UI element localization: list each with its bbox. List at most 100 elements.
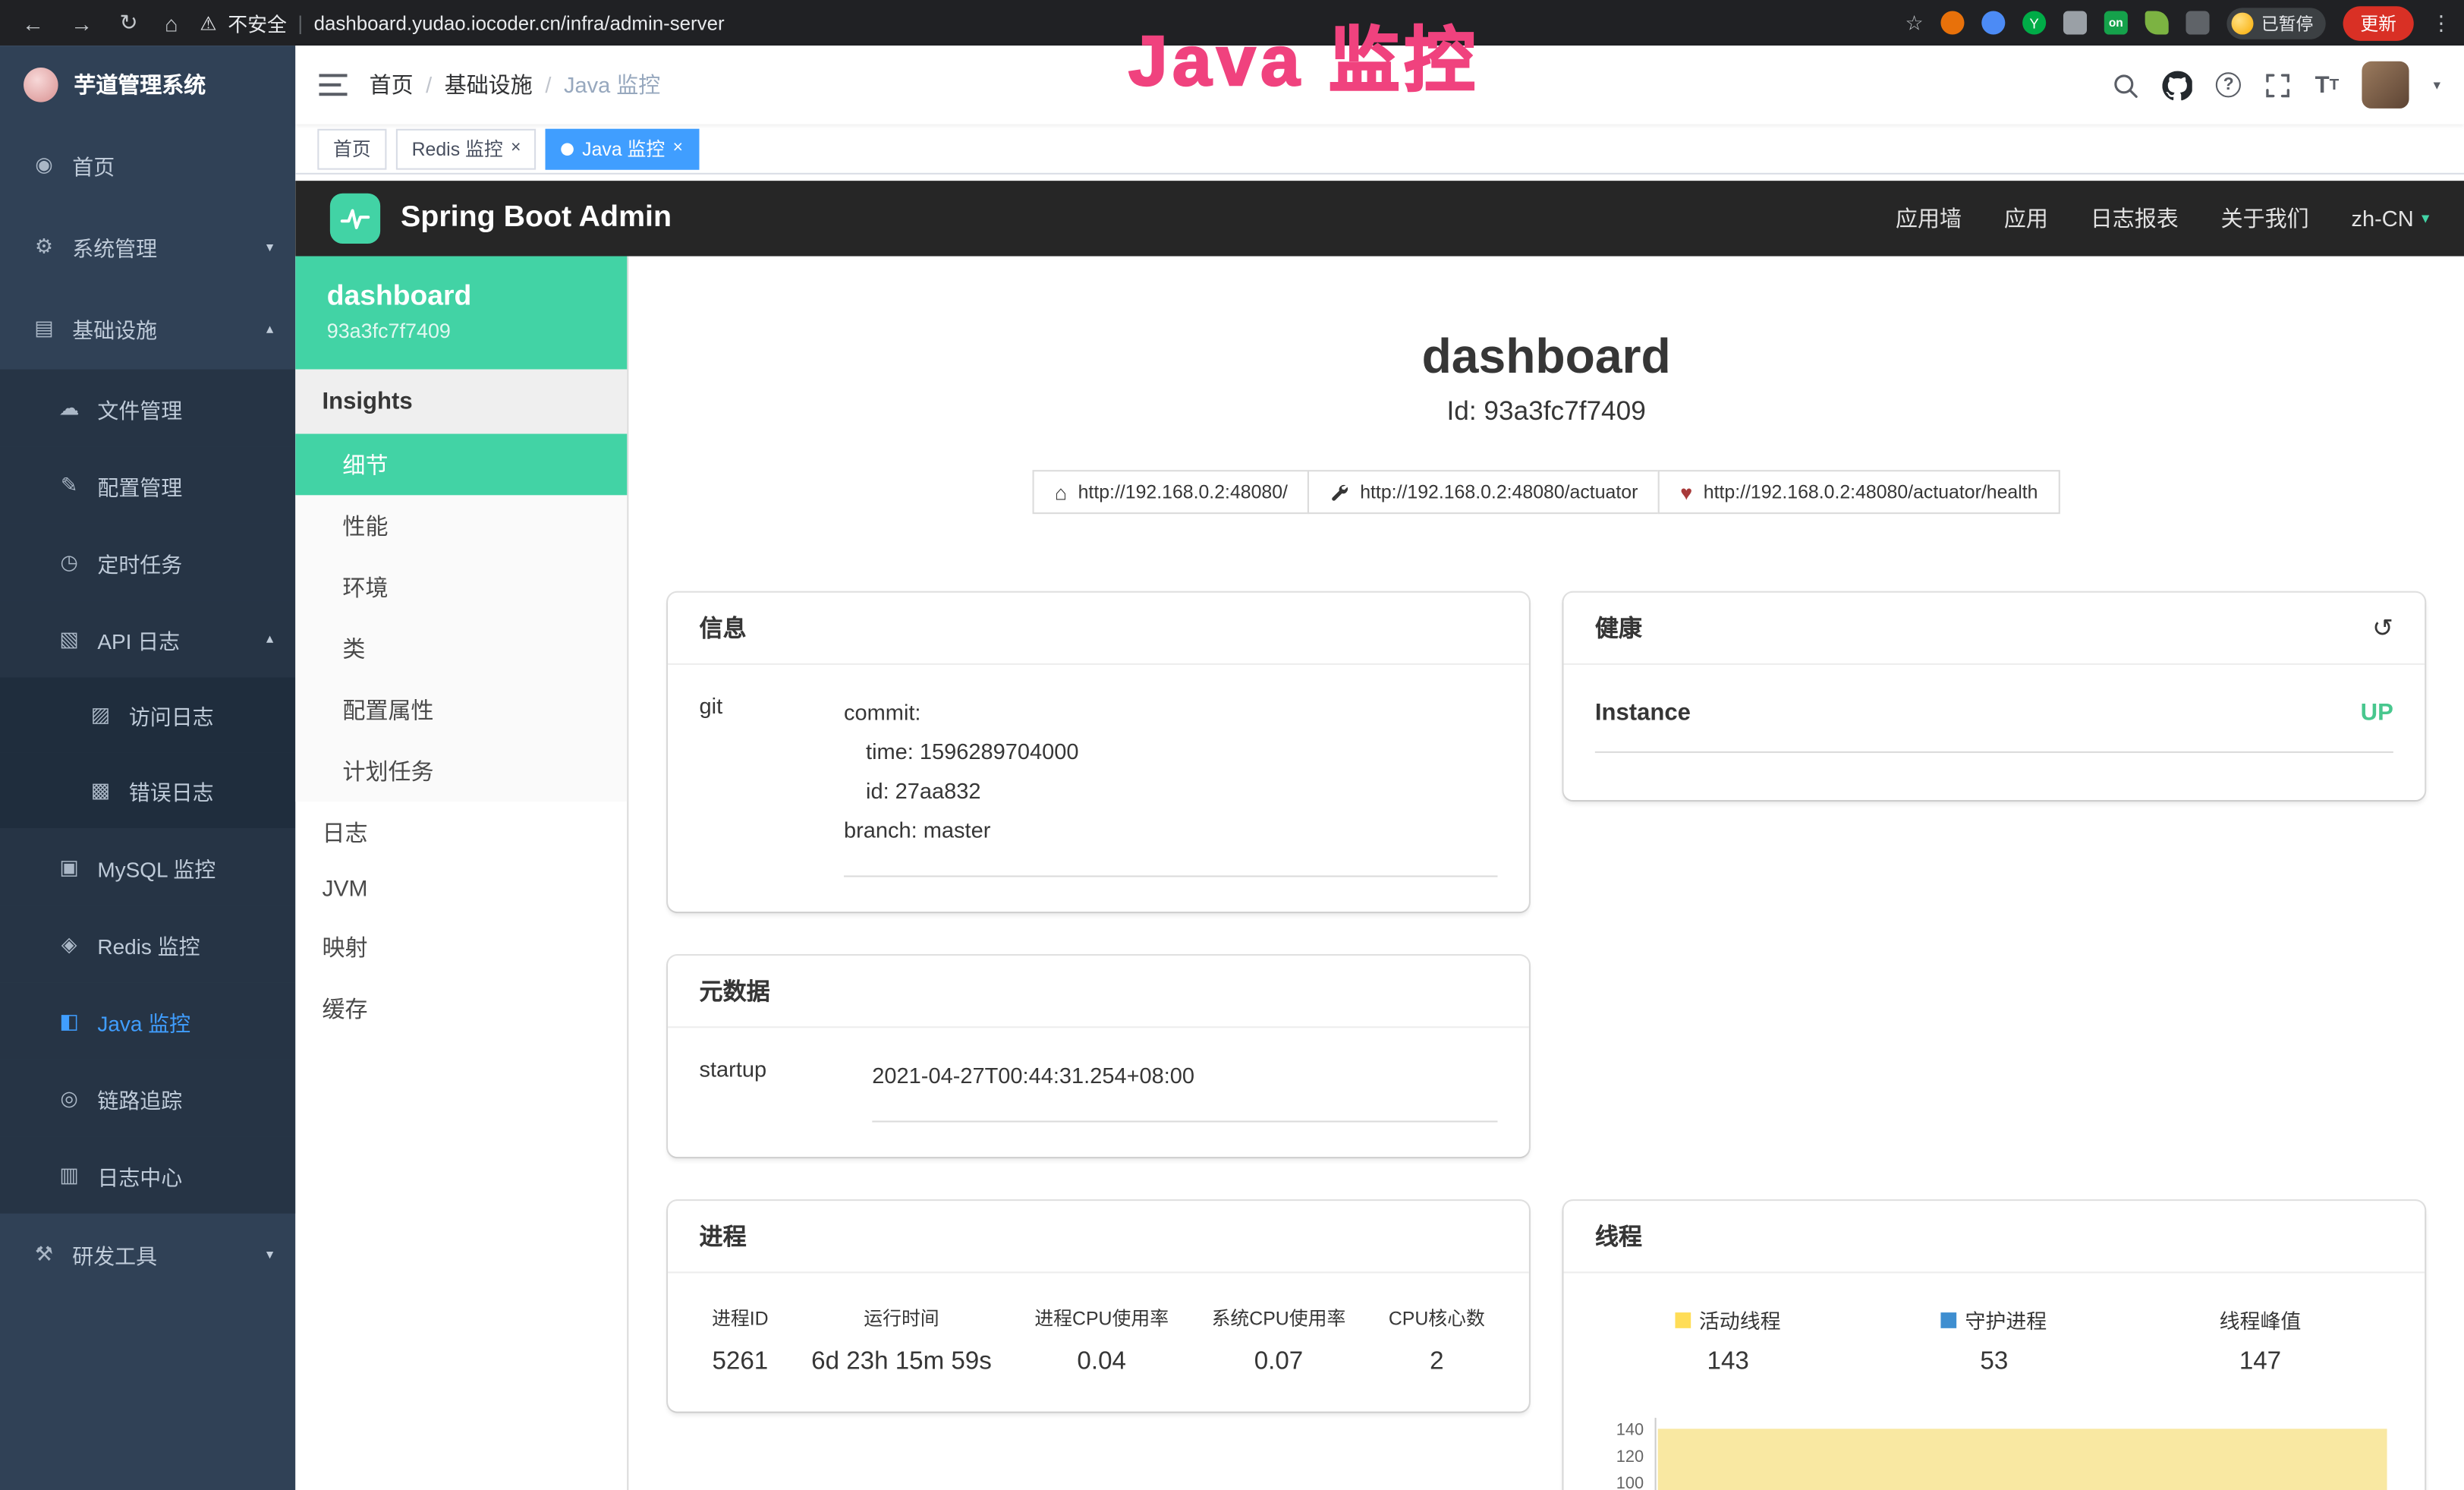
threads-card-header: 线程 (1563, 1201, 2425, 1273)
sba-menu-jvm[interactable]: JVM (295, 863, 627, 916)
sba-nav-about[interactable]: 关于我们 (2221, 203, 2309, 234)
service-url-button[interactable]: ⌂ http://192.168.0.2:48080/ (1033, 470, 1310, 514)
bookmark-star-icon[interactable]: ☆ (1905, 10, 1924, 35)
extension-orange-icon[interactable] (1940, 11, 1964, 34)
font-size-large: T (2315, 71, 2330, 98)
extension-blue-icon[interactable] (1981, 11, 2005, 34)
sidebar-item-system-management[interactable]: ⚙ 系统管理 ▾ (0, 206, 295, 288)
sba-menu-config-props[interactable]: 配置属性 (295, 679, 627, 741)
app-logo[interactable]: 芋道管理系统 (0, 46, 295, 124)
sidebar-item-access-logs[interactable]: ▨ 访问日志 (0, 678, 295, 753)
process-col-pid: 进程ID 5261 (712, 1305, 769, 1377)
process-col-value: 5261 (712, 1349, 769, 1377)
instance-links: ⌂ http://192.168.0.2:48080/ http://192.1… (628, 470, 2464, 514)
breadcrumb-current: Java 监控 (564, 69, 660, 100)
sidebar-item-trace[interactable]: ◎ 链路追踪 (0, 1060, 295, 1136)
sidebar-item-scheduled-tasks[interactable]: ◷ 定时任务 (0, 524, 295, 600)
profile-paused-badge[interactable]: 已暂停 (2226, 7, 2325, 38)
tab-java-monitor[interactable]: Java 监控 × (546, 128, 699, 169)
home-icon[interactable]: ⌂ (165, 10, 178, 35)
font-size-icon[interactable]: TT (2315, 71, 2340, 98)
sba-menu-performance[interactable]: 性能 (295, 495, 627, 556)
sidebar-item-file-management[interactable]: ☁ 文件管理 (0, 370, 295, 446)
tab-redis-monitor[interactable]: Redis 监控 × (396, 128, 537, 169)
sidebar-item-error-logs[interactable]: ▩ 错误日志 (0, 753, 295, 828)
forward-icon[interactable]: → (71, 10, 93, 35)
process-col-cpu: 进程CPU使用率 0.04 (1034, 1305, 1169, 1377)
reload-icon[interactable]: ↻ (119, 9, 137, 36)
history-icon[interactable]: ↺ (2372, 613, 2393, 644)
legend-label: 线程峰值 (2220, 1305, 2302, 1334)
sba-nav-wallboard[interactable]: 应用墙 (1896, 203, 1962, 234)
url-text[interactable]: dashboard.yudao.iocoder.cn/infra/admin-s… (314, 12, 725, 34)
extension-on-icon[interactable]: on (2104, 11, 2128, 34)
update-button[interactable]: 更新 (2343, 5, 2414, 40)
extension-leaf-icon[interactable] (2145, 11, 2169, 34)
sba-menu-scheduled-tasks[interactable]: 计划任务 (295, 740, 627, 802)
health-card-header: 健康 ↺ (1563, 593, 2425, 665)
browser-menu-icon[interactable]: ⋮ (2431, 10, 2452, 35)
browser-nav: ← → ↻ ⌂ (0, 9, 200, 36)
sidebar-item-home[interactable]: ◉ 首页 (0, 124, 295, 206)
home-icon: ⌂ (1055, 482, 1067, 502)
infrastructure-icon: ▤ (31, 316, 56, 341)
sidebar-item-dev-tools[interactable]: ⚒ 研发工具 ▾ (0, 1214, 295, 1296)
sba-menu-logs[interactable]: 日志 (295, 802, 627, 863)
user-menu-caret-icon[interactable]: ▾ (2434, 76, 2440, 93)
chevron-down-icon: ▾ (266, 1246, 273, 1263)
extension-green-y-icon[interactable]: Y (2022, 11, 2046, 34)
fullscreen-icon[interactable] (2264, 71, 2291, 98)
chevron-up-icon: ▴ (266, 630, 273, 647)
sba-nav-journal[interactable]: 日志报表 (2091, 203, 2179, 234)
security-warning-icon[interactable]: ⚠ (200, 12, 216, 34)
user-avatar[interactable] (2362, 61, 2409, 109)
process-card-body: 进程ID 5261 运行时间 6d 23h 15m 59s (668, 1273, 1529, 1411)
legend-value: 53 (1861, 1349, 2128, 1377)
breadcrumb-infrastructure[interactable]: 基础设施 (445, 69, 533, 100)
sidebar-item-log-center[interactable]: ▥ 日志中心 (0, 1136, 295, 1213)
github-icon[interactable] (2163, 70, 2192, 99)
health-card-body: Instance UP (1563, 665, 2425, 800)
legend-label: 守护进程 (1965, 1305, 2047, 1334)
search-icon[interactable] (2113, 71, 2139, 98)
sidebar-item-api-logs[interactable]: ▧ API 日志 ▴ (0, 600, 295, 677)
metadata-row-startup: startup 2021-04-27T00:44:31.254+08:00 (700, 1057, 1498, 1123)
sidebar-item-config-management[interactable]: ✎ 配置管理 (0, 446, 295, 523)
sba-locale-select[interactable]: zh-CN ▾ (2352, 206, 2430, 231)
health-url-button[interactable]: ♥ http://192.168.0.2:48080/actuator/heal… (1658, 470, 2060, 514)
close-icon[interactable]: × (511, 140, 521, 157)
help-icon[interactable]: ? (2216, 72, 2241, 97)
sba-menu-details[interactable]: 细节 (295, 434, 627, 496)
extension-grid-icon[interactable] (2063, 11, 2087, 34)
sba-menu-classes[interactable]: 类 (295, 618, 627, 679)
sba-logo-icon[interactable] (330, 194, 380, 244)
sba-menu-environment[interactable]: 环境 (295, 556, 627, 618)
tab-label: Java 监控 (582, 135, 665, 162)
address-bar[interactable]: ⚠ 不安全 | dashboard.yudao.iocoder.cn/infra… (200, 8, 1905, 37)
profile-avatar-icon (2232, 12, 2254, 34)
sba-menu-caches[interactable]: 缓存 (295, 978, 627, 1039)
sidebar-item-mysql-monitor[interactable]: ▣ MySQL 监控 (0, 828, 295, 905)
sidebar-item-java-monitor[interactable]: ◧ Java 监控 (0, 982, 295, 1059)
sba-instance-box[interactable]: dashboard 93a3fc7f7409 (295, 257, 627, 370)
sba-menu-mappings[interactable]: 映射 (295, 916, 627, 978)
file-icon: ☁ (57, 395, 82, 421)
sidebar-item-redis-monitor[interactable]: ◈ Redis 监控 (0, 906, 295, 982)
tab-home[interactable]: 首页 (317, 128, 386, 169)
sidebar-item-label: 基础设施 (72, 313, 157, 344)
back-icon[interactable]: ← (22, 10, 44, 35)
breadcrumb-home[interactable]: 首页 (370, 69, 414, 100)
sidebar-item-label: MySQL 监控 (97, 851, 216, 882)
threads-card: 线程 活动线程 1 (1563, 1201, 2425, 1490)
sba-nav-applications[interactable]: 应用 (2004, 203, 2048, 234)
hamburger-icon[interactable] (319, 74, 347, 96)
sba-brand-title[interactable]: Spring Boot Admin (401, 201, 672, 236)
sidebar-item-infrastructure[interactable]: ▤ 基础设施 ▴ (0, 288, 295, 370)
security-label[interactable]: 不安全 (228, 8, 287, 37)
actuator-url-button[interactable]: http://192.168.0.2:48080/actuator (1308, 470, 1660, 514)
sba-instance-id: 93a3fc7f7409 (327, 319, 596, 342)
process-columns: 进程ID 5261 运行时间 6d 23h 15m 59s (700, 1302, 1498, 1377)
close-icon[interactable]: × (673, 140, 683, 157)
chevron-down-icon: ▾ (266, 238, 273, 256)
extensions-puzzle-icon[interactable] (2186, 11, 2209, 34)
